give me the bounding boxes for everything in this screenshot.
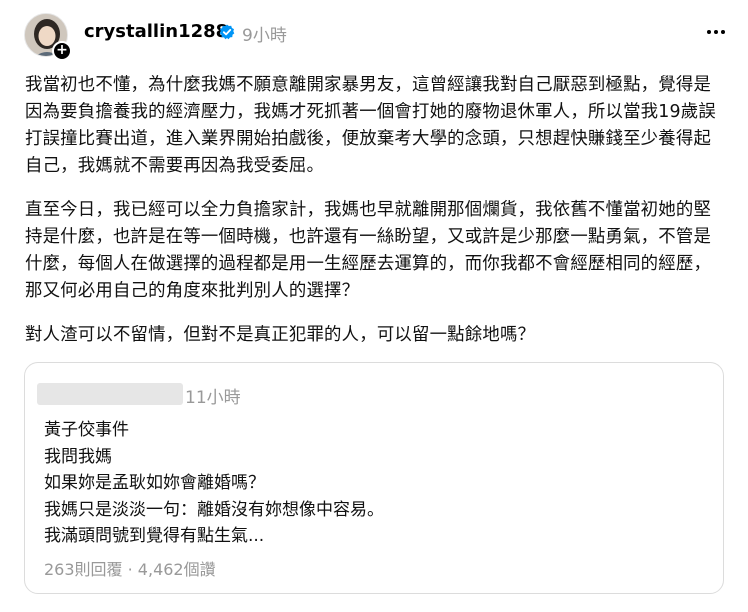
verified-badge-icon (219, 24, 235, 40)
follow-plus-icon[interactable]: + (52, 41, 72, 61)
author-avatar-wrapper[interactable]: + (24, 13, 72, 61)
quoted-text-line: 我媽只是淡淡一句：離婚沒有妳想像中容易。 (44, 499, 384, 520)
author-username[interactable]: crystallin1288 (84, 21, 228, 42)
more-options-icon[interactable] (704, 20, 728, 44)
quoted-author-redacted (37, 383, 183, 405)
quoted-text-line: 我滿頭問號到覺得有點生氣... (44, 526, 265, 546)
post-paragraph: 我當初也不懂，為什麼我媽不願意離開家暴男友，這曾經讓我對自己厭惡到極點，覺得是因… (25, 75, 716, 176)
quoted-post-body: 黃子佼事件 我問我媽 如果妳是孟耿如妳會離婚嗎？ 我媽只是淡淡一句：離婚沒有妳想… (44, 417, 384, 550)
post-paragraph: 對人渣可以不留情，但對不是真正犯罪的人，可以留一點餘地嗎？ (25, 325, 536, 345)
quoted-post-card[interactable]: 11小時 黃子佼事件 我問我媽 如果妳是孟耿如妳會離婚嗎？ 我媽只是淡淡一句：離… (24, 362, 724, 594)
quoted-post-stats[interactable]: 263則回覆 · 4,462個讚 (44, 556, 216, 580)
post-paragraph: 直至今日，我已經可以全力負擔家計，我媽也早就離開那個爛貨，我依舊不懂當初她的堅持… (25, 200, 712, 301)
quoted-text-line: 我問我媽 (44, 446, 112, 467)
post-timestamp: 9小時 (242, 26, 287, 46)
post-header: + crystallin1288 9小時 (0, 0, 748, 70)
quoted-post-timestamp: 11小時 (185, 388, 241, 408)
quoted-text-line: 如果妳是孟耿如妳會離婚嗎？ (44, 473, 265, 493)
quoted-text-line: 黃子佼事件 (44, 420, 129, 440)
